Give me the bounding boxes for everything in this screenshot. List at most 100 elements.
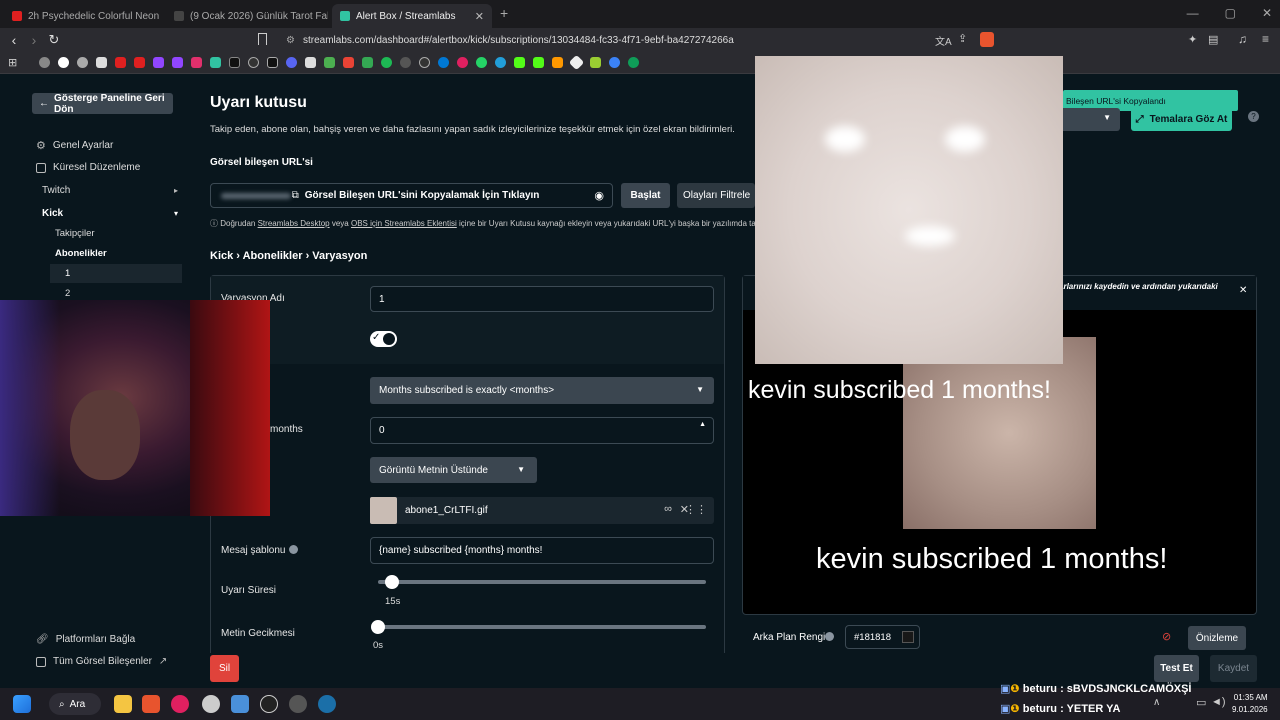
eye-icon[interactable]: ◉ [594,189,604,202]
gmail-icon[interactable] [343,57,355,68]
preview-button[interactable]: Önizleme [1188,626,1246,650]
translate-icon[interactable]: 文A [935,33,952,48]
duration-slider-handle[interactable] [385,575,399,589]
bookmark-icon[interactable] [258,33,267,45]
sidebar-item-global[interactable]: Küresel Düzenleme [36,162,140,173]
music-icon[interactable] [400,57,412,68]
windows-start-icon[interactable] [13,695,31,713]
delay-slider-handle[interactable] [371,620,385,634]
clock[interactable]: 01:35 AM 9.01.2026 [1232,692,1268,716]
app-icon[interactable] [231,695,249,713]
discord-icon[interactable] [286,57,298,68]
spotify-icon[interactable] [381,57,393,68]
steam-icon[interactable] [318,695,336,713]
sidebar-item-followers[interactable]: Takipçiler [55,228,95,239]
variation-2-item[interactable]: 2 [65,288,70,299]
sidebar-toggle-icon[interactable]: ▤ [1208,33,1218,46]
sidebar-item-kick[interactable]: Kick ▾ [42,208,178,219]
media-file-field[interactable]: abone1_CrLTFI.gif ∞ ✕ ⋮⋮ [370,497,714,524]
app-icon[interactable] [628,57,640,68]
link-icon[interactable]: ∞ [664,503,672,515]
months-input[interactable]: 0 ▲ [370,417,714,444]
tab-tarot[interactable]: (9 Ocak 2026) Günlük Tarot Falı - One [166,4,328,28]
telegram-icon[interactable] [495,57,507,68]
close-tab-icon[interactable]: ✕ [475,10,484,23]
back-to-dashboard-button[interactable]: ← Gösterge Paneline Geri Dön [32,93,173,115]
background-color-input[interactable]: #181818 [845,625,920,649]
theme-select[interactable]: ▼ [1063,108,1120,131]
streamlabs-icon[interactable] [210,57,222,68]
maximize-icon[interactable]: ▢ [1225,6,1236,20]
help-icon[interactable]: ? [1248,111,1259,122]
obs-plugin-link[interactable]: OBS için Streamlabs Eklentisi [351,219,457,228]
bookmark-icon[interactable] [96,57,108,68]
minimize-icon[interactable]: — [1187,6,1199,20]
youtube-icon[interactable] [134,57,146,68]
sidebar-item-subscriptions[interactable]: Abonelikler [55,248,107,259]
app-icon[interactable] [457,57,469,68]
app-icon[interactable] [609,57,621,68]
share-icon[interactable]: ⇪ [958,32,967,45]
message-template-input[interactable]: {name} subscribed {months} months! [370,537,714,564]
brave-shield-icon[interactable] [980,32,994,47]
edge-icon[interactable] [438,57,450,68]
close-window-icon[interactable]: ✕ [1262,6,1272,20]
app-icon[interactable] [552,57,564,68]
extensions-icon[interactable]: ✦ [1188,33,1197,46]
network-icon[interactable]: ▭ [1196,696,1206,709]
google-icon[interactable] [58,57,70,68]
media-player-icon[interactable] [171,695,189,713]
color-swatch[interactable] [902,631,914,643]
widget-url-field[interactable]: ⧉ Görsel Bileşen URL'sini Kopyalamak İçi… [210,183,613,208]
file-explorer-icon[interactable] [114,695,132,713]
instagram-icon[interactable] [191,57,203,68]
connect-platforms-link[interactable]: 🔗︎ Platformları Bağla [36,634,135,645]
sidebar-item-twitch[interactable]: Twitch ▸ [42,185,178,196]
variation-name-input[interactable]: 1 [370,286,714,312]
whatsapp-icon[interactable] [476,57,488,68]
info-icon[interactable] [825,632,834,641]
variation-1-item[interactable]: 1 [50,264,182,283]
grid-icon[interactable]: ⋮⋮ [685,503,707,516]
new-tab-button[interactable]: + [500,5,508,21]
info-icon[interactable] [289,545,298,554]
taskbar-search[interactable]: ⌕ Ara [49,693,101,715]
site-info-icon[interactable]: ⚙ [286,35,295,46]
stepper-up-icon[interactable]: ▲ [699,421,706,428]
reload-icon[interactable]: ↻ [44,32,64,48]
apps-grid-icon[interactable]: ⊞ [8,56,17,69]
github-icon[interactable] [419,57,431,68]
obs-icon[interactable] [289,695,307,713]
drive-icon[interactable] [362,57,374,68]
twitch-icon[interactable] [172,57,184,68]
menu-icon[interactable]: ≡ [1262,32,1269,46]
sheets-icon[interactable] [324,57,336,68]
tab-streamlabs[interactable]: Alert Box / Streamlabs ✕ [332,4,492,28]
diamond-icon[interactable] [568,54,585,71]
delay-slider[interactable] [378,625,706,629]
app-icon[interactable] [202,695,220,713]
close-icon[interactable]: ✕ [1239,285,1247,296]
brave-icon[interactable] [142,695,160,713]
condition-select[interactable]: Months subscribed is exactly <months> ▼ [370,377,714,404]
app-icon[interactable] [590,57,602,68]
streamlabs-desktop-link[interactable]: Streamlabs Desktop [258,219,330,228]
youtube-icon[interactable] [115,57,127,68]
all-widgets-link[interactable]: Tüm Görsel Bileşenler ↗ [36,656,167,667]
chevron-up-icon[interactable]: ∧ [1153,697,1160,708]
start-button[interactable]: Başlat [621,183,670,208]
app-icon[interactable] [260,695,278,713]
variation-enabled-toggle[interactable]: ✓ [370,331,397,347]
tab-youtube[interactable]: 2h Psychedelic Colorful Neon Backgro [4,4,162,28]
url-field[interactable]: ⚙ streamlabs.com/dashboard#/alertbox/kic… [278,30,998,50]
sidebar-item-general[interactable]: ⚙ Genel Ayarlar [36,139,113,152]
twitch-icon[interactable] [153,57,165,68]
threads-icon[interactable] [248,57,260,68]
kick-icon[interactable] [514,57,526,68]
browse-themes-button[interactable]: ⤢ Temalara Göz At [1131,108,1232,131]
capcut-icon[interactable] [305,57,317,68]
x-icon[interactable] [229,57,241,68]
forward-icon[interactable]: › [24,32,44,48]
kick-icon[interactable] [533,57,545,68]
volume-icon[interactable]: ◄) [1211,696,1226,708]
